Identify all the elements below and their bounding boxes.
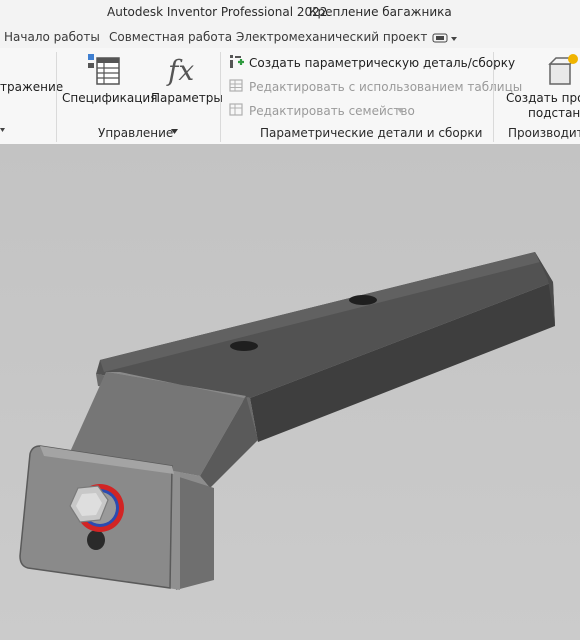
edit-with-table-label: Редактировать с использованием таблицы (249, 80, 523, 94)
manage-panel-title[interactable]: Управление (98, 126, 173, 140)
chevron-down-icon (397, 108, 404, 113)
parametric-panel-title: Параметрические детали и сборки (260, 126, 483, 140)
app-title: Autodesk Inventor Professional 2022 (107, 5, 328, 19)
create-substitute-label-line2[interactable]: подстанс (528, 106, 580, 120)
tab-getting-started[interactable]: Начало работы (4, 30, 100, 44)
ribbon: тражение Спецификация fx Параметры Управ… (0, 48, 580, 145)
create-parametric-label[interactable]: Создать параметрическую деталь/сборку (249, 56, 515, 70)
ribbon-display-options-icon[interactable] (432, 32, 458, 44)
title-bar: Autodesk Inventor Professional 2022 Креп… (0, 0, 580, 24)
edit-family-label: Редактировать семейство (249, 104, 415, 118)
bom-button-label[interactable]: Спецификация (62, 91, 157, 105)
edit-table-icon (229, 79, 243, 92)
tab-collaborate[interactable]: Совместная работа (109, 30, 232, 44)
bracket-model[interactable] (0, 144, 580, 640)
panel-separator (56, 52, 57, 142)
productivity-panel-title: Производите (508, 126, 580, 140)
create-parametric-icon[interactable] (229, 54, 245, 70)
ribbon-tabs: Начало работы Совместная работа Электром… (0, 24, 580, 48)
parameters-button-label[interactable]: Параметры (151, 91, 223, 105)
svg-text:fx: fx (166, 54, 194, 87)
fx-parameters-icon[interactable]: fx (166, 54, 204, 88)
mirror-button-label[interactable]: тражение (0, 80, 63, 94)
bom-table-icon[interactable] (88, 54, 122, 86)
create-substitute-icon[interactable] (546, 52, 580, 86)
panel-separator (220, 52, 221, 142)
edit-family-icon (229, 103, 243, 116)
panel-separator (493, 52, 494, 142)
document-title: Крепление багажника (309, 5, 452, 19)
create-substitute-label-line1[interactable]: Создать прои (506, 91, 580, 105)
panel-dropdown-icon (0, 128, 5, 132)
graphics-viewport[interactable] (0, 144, 580, 640)
tab-electromechanical[interactable]: Электромеханический проект (236, 30, 427, 44)
chevron-down-icon[interactable] (171, 129, 179, 135)
